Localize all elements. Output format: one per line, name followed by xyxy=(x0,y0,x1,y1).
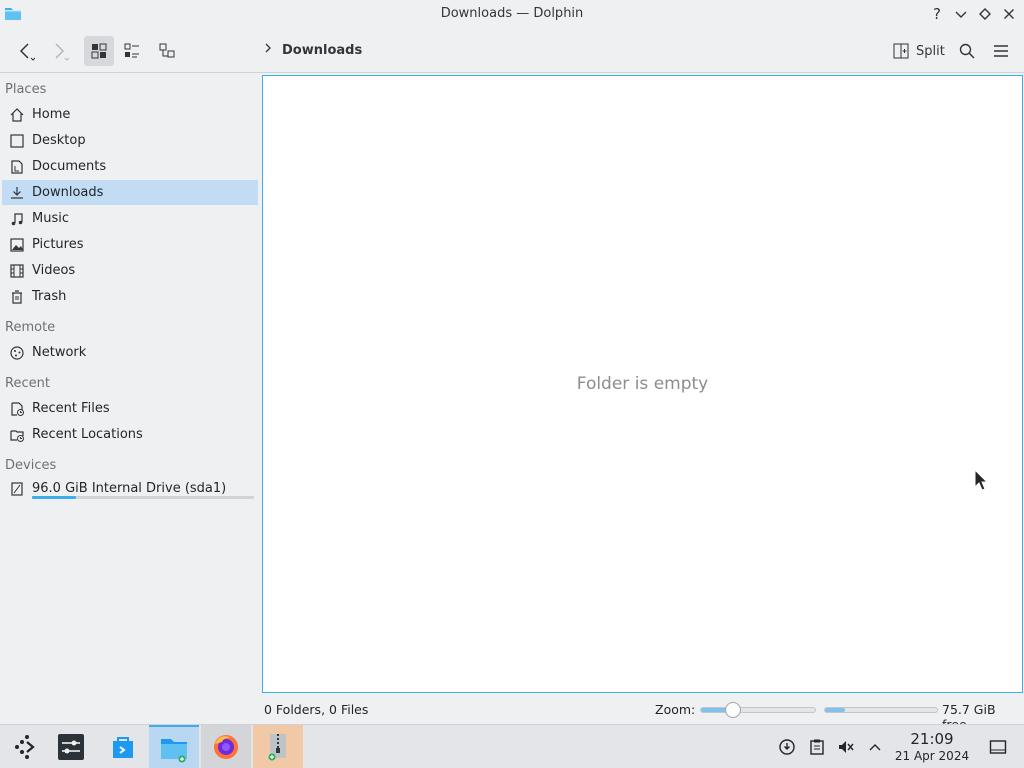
taskbar-firefox[interactable] xyxy=(201,725,251,768)
sidebar-item-label: Network xyxy=(32,345,87,360)
dolphin-app-icon xyxy=(161,739,187,763)
status-bar: 0 Folders, 0 Files Zoom: 75.7 GiB free xyxy=(262,696,1024,732)
network-icon xyxy=(8,344,26,362)
drive-usage-fill xyxy=(32,496,77,499)
sidebar-item-music[interactable]: Music xyxy=(2,206,258,231)
application-launcher-button[interactable] xyxy=(0,725,50,768)
taskbar-archiver[interactable] xyxy=(253,725,303,768)
sidebar-item-documents[interactable]: Documents xyxy=(2,154,258,179)
compact-view-icon xyxy=(124,43,139,58)
back-icon xyxy=(19,43,35,61)
desktop-icon xyxy=(8,132,26,150)
sidebar-item-label: Desktop xyxy=(32,133,86,148)
sidebar-item-label: Documents xyxy=(32,159,107,174)
recent-files-icon xyxy=(8,400,26,418)
download-icon xyxy=(8,184,26,202)
back-button[interactable] xyxy=(10,36,40,66)
sidebar-item-home[interactable]: Home xyxy=(2,102,258,127)
sidebar-item-downloads[interactable]: Downloads xyxy=(2,180,258,205)
sidebar-item-trash[interactable]: Trash xyxy=(2,284,258,309)
sidebar-item-pictures[interactable]: Pictures xyxy=(2,232,258,257)
window-title: Downloads — Dolphin xyxy=(440,6,584,21)
split-button[interactable]: Split xyxy=(888,36,949,66)
sidebar-item-label: Recent Locations xyxy=(32,427,143,442)
compact-view-button[interactable] xyxy=(117,36,147,66)
sidebar-item-label: Home xyxy=(32,107,71,122)
breadcrumb-downloads[interactable]: Downloads xyxy=(282,43,362,58)
hamburger-menu-icon xyxy=(994,45,1008,57)
updates-tray-icon[interactable] xyxy=(777,737,797,757)
show-hidden-icons-chevron-icon[interactable] xyxy=(865,737,885,757)
sidebar-item-label: Recent Files xyxy=(32,401,110,416)
pictures-icon xyxy=(8,236,26,254)
menu-button[interactable] xyxy=(986,36,1016,66)
empty-folder-message: Folder is empty xyxy=(576,374,709,394)
split-label: Split xyxy=(916,43,945,59)
icons-view-button[interactable] xyxy=(84,36,114,66)
item-count: 0 Folders, 0 Files xyxy=(264,702,369,717)
sidebar-item-label: Music xyxy=(32,211,69,226)
section-recent: Recent xyxy=(5,376,50,391)
sidebar-item-network[interactable]: Network xyxy=(2,340,258,365)
drive-usage-bar xyxy=(32,496,254,499)
section-places: Places xyxy=(5,82,47,97)
firefox-icon xyxy=(214,735,238,759)
file-view[interactable]: Folder is empty xyxy=(262,75,1023,693)
sidebar-item-recent-locations[interactable]: Recent Locations xyxy=(2,422,258,447)
title-bar: Downloads — Dolphin ? xyxy=(0,0,1024,29)
toolbar: Downloads Split xyxy=(0,29,1024,73)
store-app-icon xyxy=(113,737,133,758)
archive-app-icon xyxy=(268,734,286,761)
taskbar-discover[interactable] xyxy=(98,725,148,768)
home-icon xyxy=(8,106,26,124)
minimize-icon[interactable] xyxy=(951,4,971,24)
trash-icon xyxy=(8,288,26,306)
split-icon xyxy=(893,43,909,59)
documents-icon xyxy=(8,158,26,176)
sidebar-item-recent-files[interactable]: Recent Files xyxy=(2,396,258,421)
forward-button[interactable] xyxy=(44,36,74,66)
zoom-slider-handle[interactable] xyxy=(724,702,741,718)
forward-icon xyxy=(55,43,69,61)
sidebar-item-label: 96.0 GiB Internal Drive (sda1) xyxy=(32,481,227,496)
sidebar-item-desktop[interactable]: Desktop xyxy=(2,128,258,153)
zoom-slider[interactable] xyxy=(700,702,816,718)
music-icon xyxy=(8,210,26,228)
sidebar-item-videos[interactable]: Videos xyxy=(2,258,258,283)
clipboard-tray-icon[interactable] xyxy=(807,737,827,757)
settings-app-icon xyxy=(58,734,84,760)
videos-icon xyxy=(8,262,26,280)
search-icon xyxy=(959,43,975,59)
places-panel: Places Home Desktop Documents Downloads … xyxy=(0,74,260,724)
sidebar-item-label: Downloads xyxy=(32,185,104,200)
breadcrumb-chevron-icon xyxy=(263,42,273,58)
details-view-button[interactable] xyxy=(152,36,182,66)
clock-date: 21 Apr 2024 xyxy=(894,749,970,763)
search-button[interactable] xyxy=(952,36,982,66)
close-icon[interactable] xyxy=(999,4,1019,24)
launcher-icon xyxy=(15,735,35,759)
volume-muted-tray-icon[interactable] xyxy=(836,737,856,757)
clock-time: 21:09 xyxy=(910,730,954,748)
details-view-icon xyxy=(159,43,175,58)
recent-locations-icon xyxy=(8,426,26,444)
taskbar-system-settings[interactable] xyxy=(46,725,96,768)
drive-icon xyxy=(8,480,26,498)
taskbar: 21:09 21 Apr 2024 xyxy=(0,724,1024,768)
taskbar-dolphin[interactable] xyxy=(149,725,199,768)
sidebar-item-label: Pictures xyxy=(32,237,84,252)
zoom-label: Zoom: xyxy=(655,702,696,717)
free-space-bar xyxy=(824,707,938,713)
mouse-cursor-icon xyxy=(974,468,989,495)
help-icon[interactable]: ? xyxy=(927,4,947,24)
show-desktop-icon[interactable] xyxy=(988,737,1008,757)
sidebar-item-label: Trash xyxy=(32,289,67,304)
free-space-fill xyxy=(825,708,846,712)
digital-clock[interactable]: 21:09 21 Apr 2024 xyxy=(888,730,976,763)
maximize-icon[interactable] xyxy=(975,4,995,24)
section-devices: Devices xyxy=(5,458,57,473)
grid-view-icon xyxy=(91,43,107,59)
sidebar-item-label: Videos xyxy=(32,263,76,278)
section-remote: Remote xyxy=(5,320,56,335)
